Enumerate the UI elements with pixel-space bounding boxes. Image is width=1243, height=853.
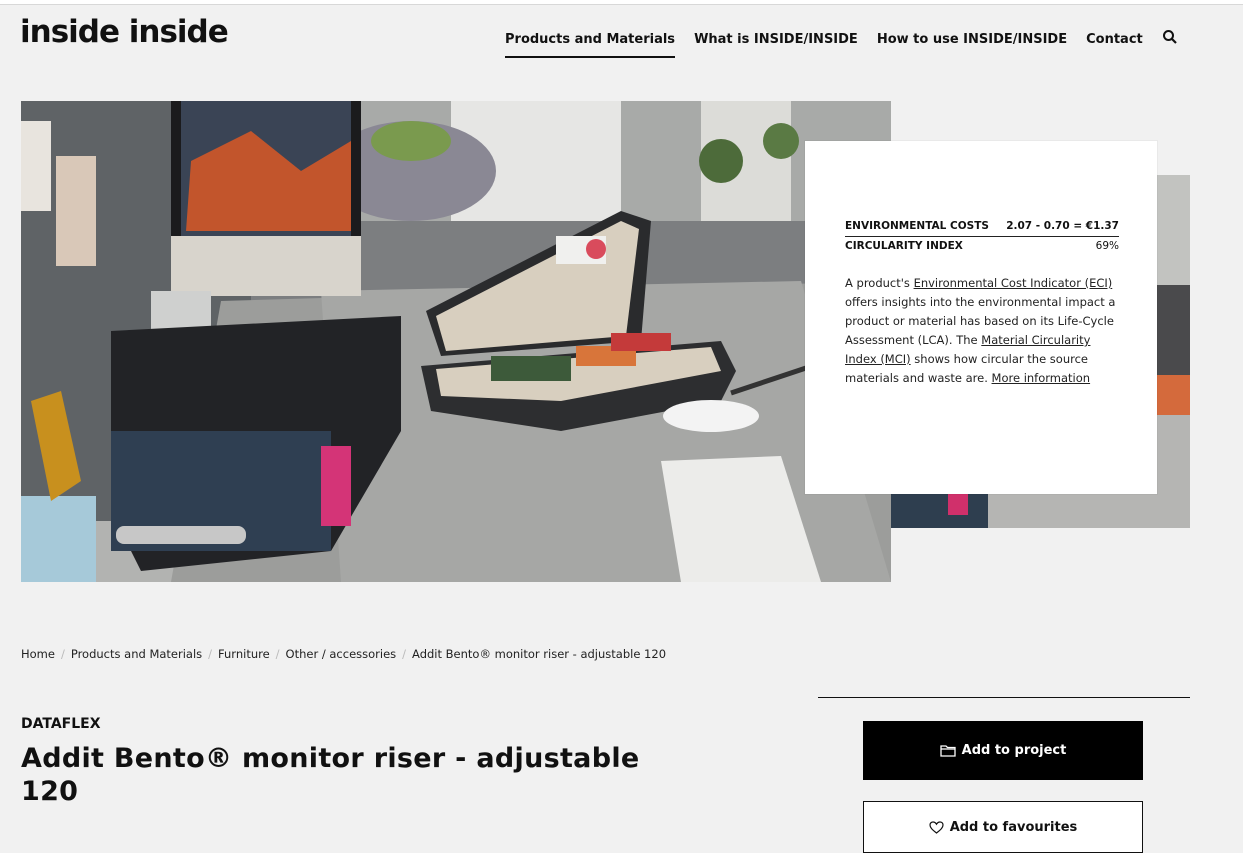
environmental-costs-label: ENVIRONMENTAL COSTS	[845, 220, 989, 232]
product-brand[interactable]: DATAFLEX	[21, 716, 101, 732]
breadcrumb-home[interactable]: Home	[21, 647, 55, 661]
search-icon[interactable]	[1162, 29, 1182, 49]
site-logo[interactable]: inside inside	[20, 14, 229, 50]
breadcrumb-separator: /	[275, 647, 280, 661]
nav-products-and-materials[interactable]: Products and Materials	[505, 32, 676, 58]
heart-icon	[929, 820, 944, 834]
breadcrumb-products-and-materials[interactable]: Products and Materials	[71, 647, 202, 661]
add-to-favourites-label: Add to favourites	[949, 819, 1078, 835]
breadcrumb-current-product: Addit Bento® monitor riser - adjustable …	[412, 647, 667, 661]
product-title: Addit Bento® monitor riser - adjustable …	[21, 743, 640, 807]
info-text-part-1: A product's	[845, 276, 914, 290]
breadcrumb-furniture[interactable]: Furniture	[218, 647, 270, 661]
eci-link[interactable]: Environmental Cost Indicator (ECI)	[914, 276, 1113, 290]
environmental-costs-value: 2.07 - 0.70 = €1.37	[1006, 220, 1119, 232]
circularity-index-row: CIRCULARITY INDEX 69%	[845, 237, 1119, 256]
breadcrumb-separator: /	[402, 647, 407, 661]
folder-icon	[939, 745, 956, 757]
breadcrumb-separator: /	[60, 647, 65, 661]
top-border	[0, 0, 1243, 5]
hero-image	[21, 101, 891, 582]
breadcrumb: Home / Products and Materials / Furniture / Ot…	[21, 647, 666, 661]
add-to-favourites-button[interactable]: Add to favourites	[863, 801, 1143, 853]
breadcrumb-separator: /	[208, 647, 213, 661]
add-to-project-label: Add to project	[961, 743, 1067, 758]
nav-how-to-use[interactable]: How to use INSIDE/INSIDE	[877, 32, 1067, 58]
nav-what-is[interactable]: What is INSIDE/INSIDE	[694, 32, 858, 58]
circularity-index-value: 69%	[1095, 240, 1119, 252]
breadcrumb-other-accessories[interactable]: Other / accessories	[286, 647, 397, 661]
nav-contact[interactable]: Contact	[1086, 32, 1143, 58]
circularity-index-label: CIRCULARITY INDEX	[845, 240, 963, 252]
environmental-costs-row: ENVIRONMENTAL COSTS 2.07 - 0.70 = €1.37	[845, 217, 1119, 237]
add-to-project-button[interactable]: Add to project	[863, 721, 1143, 780]
more-information-link[interactable]: More information	[992, 371, 1091, 385]
main-nav: Products and Materials What is INSIDE/IN…	[505, 29, 1182, 58]
environmental-info-card: ENVIRONMENTAL COSTS 2.07 - 0.70 = €1.37 …	[805, 141, 1157, 494]
info-description: A product's Environmental Cost Indicator…	[845, 274, 1119, 388]
sidebar-divider	[818, 697, 1190, 698]
